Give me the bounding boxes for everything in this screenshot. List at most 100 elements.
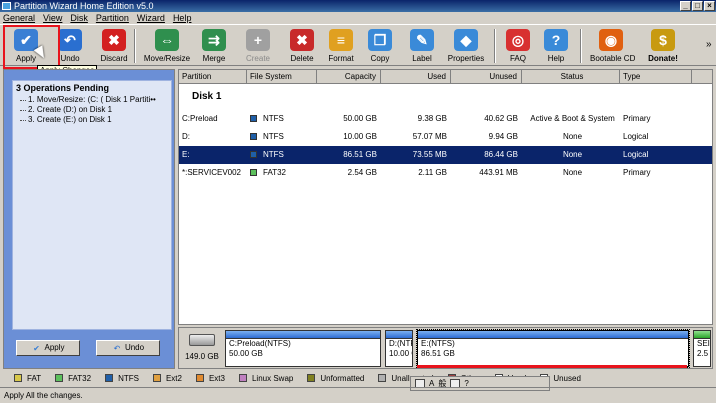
apply-label: Apply (44, 343, 65, 352)
pending-title: 3 Operations Pending (16, 83, 110, 93)
segment-d-name: D:(NTFS (389, 339, 412, 348)
toolbar-overflow-icon[interactable]: » (706, 39, 712, 50)
menu-partition[interactable]: Partition (96, 12, 129, 24)
format-icon: ≡ (329, 29, 353, 51)
legend-swatch (55, 374, 64, 382)
table-row[interactable]: C:Preload NTFS 50.00 GB 9.38 GB 40.62 GB Acti… (179, 110, 712, 128)
cell-file-system: NTFS (247, 146, 317, 164)
disk-label[interactable]: Disk 1 (179, 84, 712, 110)
col-file-system[interactable]: File System (247, 70, 317, 83)
table-row[interactable]: E: NTFS 86.51 GB 73.55 MB 86.44 GB None Logica… (179, 146, 712, 164)
segment-c[interactable]: C:Preload(NTFS) 50.00 GB (225, 330, 381, 367)
title-bar: Partition Wizard Home Edition v5.0 _ □ × (0, 0, 716, 12)
toolbar-label: Donate! (648, 54, 678, 63)
cell-file-system: NTFS (247, 128, 317, 146)
hard-disk-icon: 149.0 GB (182, 334, 222, 366)
merge-icon: ⇉ (202, 29, 226, 51)
cell-partition: *:SERVICEV002 (182, 168, 241, 177)
toolbar-format-button[interactable]: ≡ Format (322, 27, 360, 65)
table-row[interactable]: D: NTFS 10.00 GB 57.07 MB 9.94 GB None Logical (179, 128, 712, 146)
toolbar-label: Delete (290, 54, 314, 63)
menu-general[interactable]: General (3, 12, 35, 24)
cell-status: None (562, 168, 583, 177)
toolbar-faq-button[interactable]: ◎ FAQ (502, 27, 534, 65)
legend: FAT FAT32 NTFS Ext2 Ext3 Linux Swap Unformatte… (0, 371, 716, 385)
legend-label: Ext2 (165, 373, 182, 383)
legend-item: FAT32 (55, 374, 91, 383)
cell-capacity: 50.00 GB (343, 114, 377, 123)
toolbar-help-button[interactable]: ? Help (540, 27, 572, 65)
toolbar-properties-button[interactable]: ◆ Properties (446, 27, 486, 65)
apply-highlight-box (3, 25, 60, 69)
toolbar-create-button: + Create (240, 27, 276, 65)
maximize-button[interactable]: □ (692, 1, 703, 11)
cell-capacity: 86.51 GB (343, 150, 377, 159)
segment-e-size: 86.51 GB (421, 349, 455, 358)
legend-swatch (378, 374, 387, 382)
pending-item[interactable]: 3. Create (E:) on Disk 1 (18, 115, 171, 125)
menu-wizard[interactable]: Wizard (137, 12, 165, 24)
cell-status: None (562, 132, 583, 141)
segment-service[interactable]: SEI 2.5 (693, 330, 711, 367)
cell-used: 57.07 MB (412, 132, 447, 141)
legend-swatch (307, 374, 316, 382)
cell-type: Logical (623, 132, 649, 141)
col-partition[interactable]: Partition (179, 70, 247, 83)
segment-d[interactable]: D:(NTFS 10.00 G (385, 330, 413, 367)
col-type[interactable]: Type (620, 70, 692, 83)
legend-item: FAT (14, 374, 41, 383)
legend-swatch (195, 374, 204, 382)
cell-partition: E: (182, 150, 190, 159)
toolbar-move-resize-button[interactable]: ⇔ Move/Resize (142, 27, 192, 65)
cell-unused: 86.44 GB (484, 150, 518, 159)
legend-item: Ext3 (195, 374, 225, 383)
undo-label: Undo (124, 343, 145, 352)
pending-item[interactable]: 2. Create (D:) on Disk 1 (18, 105, 171, 115)
toolbar-delete-button[interactable]: ✖ Delete (284, 27, 320, 65)
left-panel: 3 Operations Pending 1. Move/Resize: (C:… (3, 69, 175, 369)
cell-type: Primary (623, 114, 651, 123)
apply-button-bottom[interactable]: ✔ Apply (16, 340, 80, 356)
bootable-cd-icon: ◉ (599, 29, 623, 51)
legend-item: NTFS (105, 374, 139, 383)
toolbar-separator (580, 29, 582, 63)
segment-e[interactable]: E:(NTFS) 86.51 GB (416, 329, 690, 368)
menu-help[interactable]: Help (173, 12, 192, 24)
pending-item[interactable]: 1. Move/Resize: (C: ( Disk 1 Partiti•• (18, 95, 171, 105)
disk-map: 149.0 GB C:Preload(NTFS) 50.00 GB D:(NTF… (178, 327, 713, 369)
segment-e-name: E:(NTFS) (421, 339, 455, 348)
toolbar-label: FAQ (509, 54, 526, 63)
dollar-icon: $ (651, 29, 675, 51)
col-unused[interactable]: Unused (451, 70, 522, 83)
col-capacity[interactable]: Capacity (317, 70, 381, 83)
checkmark-icon: ✔ (33, 344, 40, 353)
toolbar-merge-button[interactable]: ⇉ Merge (196, 27, 232, 65)
fs-color-swatch (250, 151, 257, 158)
toolbar-label-button[interactable]: ✎ Label (404, 27, 440, 65)
close-button[interactable]: × (704, 1, 715, 11)
toolbar-label: Copy (370, 54, 390, 63)
undo-arrow-icon: ↶ (58, 29, 82, 51)
cell-used: 73.55 MB (412, 150, 447, 159)
legend-item: Ext2 (152, 373, 182, 383)
menu-view[interactable]: View (43, 12, 62, 24)
create-plus-icon: + (246, 29, 270, 51)
toolbar-label: Help (547, 54, 565, 63)
partition-table: Partition File System Capacity Used Unus… (178, 69, 713, 325)
minimize-button[interactable]: _ (680, 1, 691, 11)
col-used[interactable]: Used (381, 70, 451, 83)
cell-used: 9.38 GB (417, 114, 447, 123)
cell-used: 2.11 GB (418, 168, 447, 177)
cell-unused: 40.62 GB (484, 114, 518, 123)
menu-disk[interactable]: Disk (70, 12, 88, 24)
label-icon: ✎ (410, 29, 434, 51)
toolbar-discard-button[interactable]: ✖ Discard (94, 27, 134, 65)
window-title: Partition Wizard Home Edition v5.0 (14, 1, 154, 11)
toolbar-bootable-cd-button[interactable]: ◉ Bootable CD (590, 27, 635, 65)
col-status[interactable]: Status (522, 70, 620, 83)
toolbar-copy-button[interactable]: ❐ Copy (362, 27, 398, 65)
undo-button-bottom[interactable]: ↶ Undo (96, 340, 160, 356)
copy-icon: ❐ (368, 29, 392, 51)
toolbar-donate-button[interactable]: $ Donate! (646, 27, 680, 65)
table-row[interactable]: *:SERVICEV002 FAT32 2.54 GB 2.11 GB 443.91 M… (179, 164, 712, 182)
